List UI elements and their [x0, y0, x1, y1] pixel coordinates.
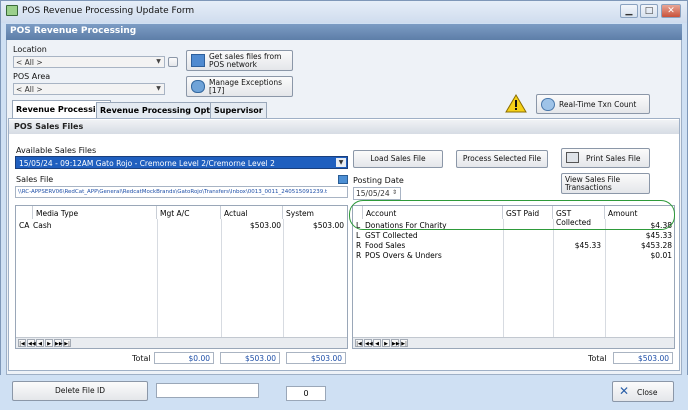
column-header[interactable]: Actual — [221, 206, 283, 219]
nav-last-icon[interactable]: ▶| — [63, 339, 71, 347]
tab-supervisor[interactable]: Supervisor — [210, 102, 267, 118]
account-name[interactable]: GST Collected — [365, 231, 418, 240]
account-gst-collected: $45.33 — [574, 241, 601, 250]
print-sales-file-button[interactable]: Print Sales File — [561, 148, 650, 168]
network-icon — [191, 54, 205, 67]
posting-date-label: Posting Date — [353, 176, 404, 185]
account-grid-navigator: |◀ ◀◀ ◀ ▶ ▶▶ ▶| — [353, 337, 674, 348]
account-total: $503.00 — [613, 352, 673, 364]
exceptions-icon — [191, 80, 205, 93]
actual-value[interactable]: $503.00 — [250, 221, 281, 230]
close-icon: ✕ — [619, 384, 630, 398]
total-actual: $503.00 — [220, 352, 280, 364]
nav-first-icon[interactable]: |◀ — [18, 339, 26, 347]
folder-icon[interactable] — [338, 175, 348, 184]
column-header[interactable]: Media Type — [33, 206, 157, 219]
realtime-txn-button[interactable]: Real-Time Txn Count — [536, 94, 650, 114]
maximize-button[interactable]: □ — [640, 4, 658, 18]
column-divider — [503, 219, 504, 339]
delete-file-id-input[interactable] — [156, 383, 259, 398]
nav-next-icon[interactable]: ▶ — [382, 339, 390, 347]
column-header[interactable]: Mgt A/C — [157, 206, 221, 219]
close-window-button[interactable]: ✕ — [661, 4, 681, 18]
nav-prev-page-icon[interactable]: ◀◀ — [27, 339, 36, 347]
column-divider — [553, 219, 554, 339]
system-value: $503.00 — [312, 221, 344, 230]
location-value: < All > — [16, 58, 43, 67]
column-divider — [283, 219, 284, 339]
nav-next-page-icon[interactable]: ▶▶ — [391, 339, 400, 347]
media-grid-navigator: |◀ ◀◀ ◀ ▶ ▶▶ ▶| — [16, 337, 347, 348]
manage-exceptions-button[interactable]: Manage Exceptions [17] — [186, 76, 293, 97]
chevron-down-icon: ▼ — [156, 85, 161, 92]
delete-file-id-button[interactable]: Delete File ID — [12, 381, 148, 401]
media-type[interactable]: Cash — [33, 221, 52, 230]
column-divider — [221, 219, 222, 339]
nav-prev-page-icon[interactable]: ◀◀ — [364, 339, 373, 347]
close-button[interactable]: ✕ Close — [612, 381, 674, 402]
total-mgt: $0.00 — [154, 352, 214, 364]
nav-prev-icon[interactable]: ◀ — [373, 339, 381, 347]
get-sales-files-label: Get sales files from POS network — [209, 52, 282, 69]
posting-date-field[interactable]: 15/05/24 ⇕ — [353, 187, 401, 200]
selected-sales-file: 15/05/24 - 09:12AM Gato Rojo - Cremorne … — [19, 159, 275, 168]
get-sales-files-button[interactable]: Get sales files from POS network — [186, 50, 293, 71]
manage-exceptions-label: Manage Exceptions [17] — [209, 78, 282, 95]
nav-last-icon[interactable]: ▶| — [400, 339, 408, 347]
nav-prev-icon[interactable]: ◀ — [36, 339, 44, 347]
account-total-label: Total — [588, 354, 607, 363]
load-sales-file-button[interactable]: Load Sales File — [353, 150, 443, 168]
column-divider — [605, 219, 606, 339]
window-title: POS Revenue Processing Update Form — [22, 6, 195, 16]
page-title: POS Revenue Processing — [6, 24, 682, 40]
account-amount: $453.28 — [640, 241, 672, 250]
nav-next-page-icon[interactable]: ▶▶ — [54, 339, 63, 347]
media-grid: Media Type Mgt A/C Actual System CA Cash… — [15, 205, 348, 349]
view-transactions-button[interactable]: View Sales File Transactions — [561, 173, 650, 194]
pos-area-select[interactable]: < All > ▼ — [13, 83, 165, 95]
column-header[interactable]: System — [283, 206, 347, 219]
posting-date-value: 15/05/24 — [356, 189, 390, 198]
file-count: 0 — [286, 386, 326, 401]
highlight-annotation — [349, 200, 675, 230]
location-ellipsis-button[interactable] — [168, 57, 178, 67]
account-amount: $45.33 — [645, 231, 672, 240]
close-label: Close — [637, 388, 658, 397]
app-icon — [6, 5, 18, 16]
process-selected-file-button[interactable]: Process Selected File — [456, 150, 548, 168]
minimize-button[interactable]: ▁ — [620, 4, 638, 18]
sales-file-path[interactable]: \\RC-APPSERV06\RedCat_APP\General\Redcat… — [15, 186, 348, 198]
realtime-icon — [541, 98, 555, 111]
location-label: Location — [13, 45, 47, 54]
available-sales-files-select[interactable]: 15/05/24 - 09:12AM Gato Rojo - Cremorne … — [15, 156, 348, 169]
account-code: R — [356, 251, 362, 260]
warning-icon — [505, 94, 527, 113]
media-code: CA — [19, 221, 30, 230]
account-name[interactable]: Food Sales — [365, 241, 405, 250]
sales-file-label: Sales File — [16, 175, 54, 184]
account-code: L — [356, 231, 361, 240]
pos-area-label: POS Area — [13, 72, 51, 81]
section-title: POS Sales Files — [9, 120, 679, 134]
pos-area-value: < All > — [16, 85, 43, 94]
column-header[interactable] — [16, 206, 33, 219]
chevron-down-icon: ▼ — [156, 58, 161, 65]
nav-first-icon[interactable]: |◀ — [355, 339, 363, 347]
printer-icon — [566, 152, 579, 163]
realtime-label: Real-Time Txn Count — [559, 100, 637, 109]
media-total-label: Total — [132, 354, 151, 363]
chevron-down-icon: ▼ — [336, 158, 346, 167]
print-sales-file-label: Print Sales File — [586, 154, 641, 163]
nav-next-icon[interactable]: ▶ — [45, 339, 53, 347]
account-amount: $0.01 — [650, 251, 672, 260]
account-name[interactable]: POS Overs & Unders — [365, 251, 442, 260]
calendar-spin-icon[interactable]: ⇕ — [390, 189, 399, 197]
location-select[interactable]: < All > ▼ — [13, 56, 165, 68]
available-sales-files-label: Available Sales Files — [16, 146, 97, 155]
total-system: $503.00 — [286, 352, 346, 364]
column-divider — [157, 219, 158, 339]
account-code: R — [356, 241, 362, 250]
